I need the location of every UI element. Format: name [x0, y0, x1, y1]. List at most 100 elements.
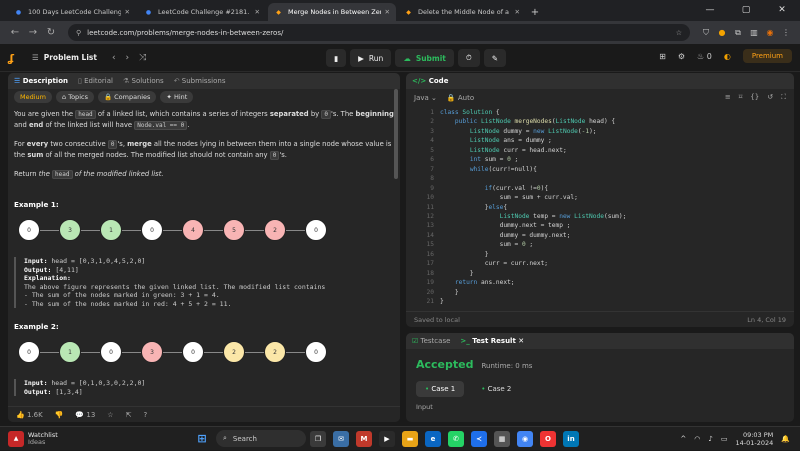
case-1-tab[interactable]: • Case 1: [416, 381, 465, 397]
debug-button[interactable]: ▮: [326, 49, 347, 67]
description-scrollbar[interactable]: [394, 89, 398, 179]
shuffle-icon[interactable]: ⤨: [139, 53, 146, 63]
back-button[interactable]: ←: [6, 27, 24, 38]
test-result-tab[interactable]: >_ Test Result ✕: [460, 337, 524, 345]
comments-button[interactable]: 💬 13: [75, 411, 95, 419]
tab-solutions[interactable]: ⚗ Solutions: [123, 77, 164, 85]
premium-button[interactable]: Premium: [742, 49, 792, 63]
wifi-icon[interactable]: ◠: [694, 435, 700, 443]
reset-icon[interactable]: ↺: [767, 93, 773, 102]
leetcode-logo-icon[interactable]: ʆ: [8, 52, 20, 65]
minimize-button[interactable]: —: [692, 0, 728, 21]
list-link-arrow: [122, 230, 141, 231]
next-problem-icon[interactable]: ›: [126, 53, 130, 63]
maximize-button[interactable]: ▢: [728, 0, 764, 21]
mcafee-icon[interactable]: M: [356, 430, 372, 447]
difficulty-badge[interactable]: Medium: [14, 91, 52, 103]
close-window-button[interactable]: ✕: [764, 0, 800, 21]
layout-grid-icon[interactable]: ⊞: [659, 52, 666, 61]
code-editor[interactable]: 1 class Solution {2 public ListNode merge…: [406, 106, 794, 306]
shield-extension-icon[interactable]: ⛉: [698, 28, 714, 38]
close-tab-icon[interactable]: ✕: [125, 8, 130, 16]
office-icon[interactable]: O: [540, 430, 556, 447]
battery-icon[interactable]: ▭: [721, 435, 728, 443]
testcase-tab[interactable]: ☑ Testcase: [412, 337, 450, 345]
close-tab-icon[interactable]: ✕: [385, 8, 390, 16]
volume-icon[interactable]: ♪: [708, 435, 712, 443]
format-icon[interactable]: ≡: [725, 93, 731, 102]
share-icon[interactable]: ⇱: [126, 411, 132, 419]
tab-submissions[interactable]: ↶ Submissions: [174, 77, 226, 85]
notes-button[interactable]: ✎: [483, 49, 507, 67]
line-number: 10: [426, 194, 434, 202]
code-line: ListNode ans = dummy ;: [469, 137, 552, 145]
tab-editorial[interactable]: ▯ Editorial: [78, 77, 113, 85]
widgets-button[interactable]: ▲ Watchlist Ideas: [0, 430, 180, 447]
prev-problem-icon[interactable]: ‹: [112, 53, 116, 63]
extensions-puzzle-icon[interactable]: ⧉: [730, 28, 746, 38]
fullscreen-icon[interactable]: ⛶: [781, 93, 786, 102]
browser-tab[interactable]: ◆ Delete the Middle Node of a Li ✕: [398, 3, 526, 21]
saved-status: Saved to local: [414, 315, 460, 324]
user-avatar[interactable]: ◐: [724, 52, 731, 61]
browser-tab[interactable]: ◆ Merge Nodes in Between Zeros ✕: [268, 3, 396, 21]
new-tab-button[interactable]: +: [528, 3, 542, 21]
extension-icon[interactable]: ●: [714, 28, 730, 37]
edge-browser-icon[interactable]: e: [425, 430, 441, 447]
mode-label: Auto: [457, 93, 475, 102]
problem-list-button[interactable]: ☰ Problem List: [32, 53, 97, 62]
file-explorer-icon[interactable]: ▬: [402, 430, 418, 447]
bookmark-icon[interactable]: ⌑: [739, 93, 743, 102]
favorite-star-icon[interactable]: ☆: [107, 411, 113, 419]
bookmark-star-icon[interactable]: ☆: [676, 29, 682, 37]
tab-description[interactable]: ☰ Description: [14, 77, 68, 85]
list-link-arrow: [286, 352, 305, 353]
timer-button[interactable]: ⏱: [457, 49, 480, 67]
explanation-line: - The sum of the nodes marked in red: 4 …: [24, 299, 232, 308]
vscode-icon[interactable]: ≺: [471, 430, 487, 447]
braces-icon[interactable]: {}: [750, 93, 759, 102]
companies-tag[interactable]: 🔒 Companies: [97, 91, 157, 103]
menu-kebab-icon[interactable]: ⋮: [778, 28, 794, 37]
language-select[interactable]: Java ⌄: [414, 94, 437, 102]
close-icon[interactable]: ✕: [518, 337, 524, 345]
auto-mode[interactable]: 🔒 Auto: [447, 94, 474, 102]
reload-button[interactable]: ↻: [42, 27, 60, 38]
help-icon[interactable]: ?: [143, 411, 147, 419]
whatsapp-icon[interactable]: ✆: [448, 430, 464, 447]
run-button[interactable]: ▶ Run: [350, 49, 392, 67]
url-field[interactable]: ⚲ leetcode.com/problems/merge-nodes-in-b…: [68, 24, 690, 41]
browser-tab[interactable]: ● LeetCode Challenge #2181. Me ✕: [138, 3, 266, 21]
site-info-icon[interactable]: ⚲: [76, 29, 81, 37]
tray-expand-icon[interactable]: ^: [680, 435, 686, 443]
notification-icon[interactable]: 🔔: [781, 435, 790, 443]
calculator-icon[interactable]: ▦: [494, 430, 510, 447]
movies-icon[interactable]: ▶: [379, 430, 395, 447]
profile-avatar[interactable]: ◉: [762, 28, 778, 37]
submit-button[interactable]: ☁ Submit: [395, 49, 454, 67]
browser-tab[interactable]: ● 100 Days LeetCode Challenge ✕: [8, 3, 136, 21]
example-1-box: Input: head = [0,3,1,0,4,5,2,0] Output: …: [14, 257, 394, 308]
chat-icon[interactable]: ✉: [333, 430, 349, 447]
code-tab[interactable]: </> Code: [412, 77, 448, 85]
language-value: Java: [414, 93, 429, 102]
taskbar-search[interactable]: ⌕ Search: [216, 430, 306, 447]
topics-tag[interactable]: ⌂ Topics: [56, 91, 94, 103]
close-tab-icon[interactable]: ✕: [255, 8, 260, 16]
chrome-icon[interactable]: ◉: [517, 430, 533, 447]
windows-start-icon[interactable]: ⊞: [194, 431, 210, 447]
streak-counter[interactable]: ♨ 0: [697, 52, 712, 61]
case-2-tab[interactable]: • Case 2: [472, 381, 520, 397]
hint-tag[interactable]: ✦ Hint: [160, 91, 194, 103]
linkedin-icon[interactable]: in: [563, 430, 579, 447]
task-view-icon[interactable]: ❐: [310, 430, 326, 447]
line-number: 7: [430, 165, 434, 173]
settings-gear-icon[interactable]: ⚙: [678, 52, 685, 61]
code-toolbar: Java ⌄ 🔒 Auto ≡ ⌑ {} ↺ ⛶: [406, 89, 794, 106]
forward-button[interactable]: →: [24, 27, 42, 38]
clock[interactable]: 09:03 PM 14-01-2024: [736, 431, 774, 447]
dislike-button[interactable]: 👎: [55, 411, 64, 419]
side-panel-icon[interactable]: ▥: [746, 28, 762, 37]
close-tab-icon[interactable]: ✕: [515, 8, 520, 16]
like-button[interactable]: 👍 1.6K: [16, 411, 43, 419]
